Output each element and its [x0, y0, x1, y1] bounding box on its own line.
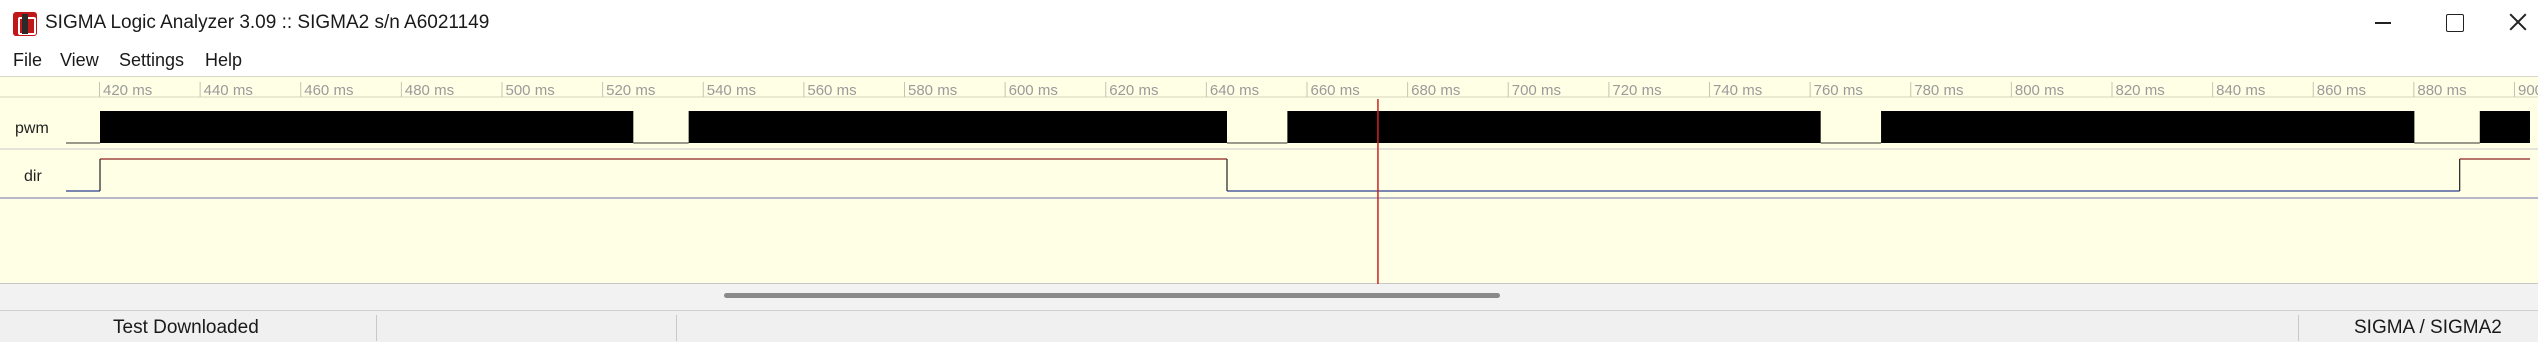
ruler-tick-label: 640 ms: [1210, 82, 1259, 99]
menu-settings[interactable]: Settings: [119, 50, 184, 71]
pwm-trace: [66, 111, 2530, 144]
ruler-tick-label: 780 ms: [1914, 82, 1963, 99]
status-message: Test Downloaded: [113, 317, 259, 338]
ruler-tick-label: 900 ms: [2518, 82, 2538, 99]
ruler-tick-label: 540 ms: [707, 82, 756, 99]
window-title: SIGMA Logic Analyzer 3.09 :: SIGMA2 s/n …: [45, 12, 490, 33]
status-divider: [676, 315, 677, 341]
ruler-tick-label: 700 ms: [1512, 82, 1561, 99]
dir-trace: [66, 158, 2530, 192]
ruler-tick-label: 660 ms: [1311, 82, 1360, 99]
title-bar: SIGMA Logic Analyzer 3.09 :: SIGMA2 s/n …: [0, 0, 2538, 46]
menu-help[interactable]: Help: [205, 50, 242, 71]
ruler-tick-label: 500 ms: [506, 82, 555, 99]
waveform-canvas[interactable]: 420 ms 440 ms 460 ms 480 ms 500 ms 520 ms 540 …: [0, 77, 2538, 285]
ruler-tick-label: 680 ms: [1411, 82, 1460, 99]
menu-file[interactable]: File: [13, 50, 42, 71]
pwm-burst: [100, 111, 634, 143]
ruler-tick-label: 740 ms: [1713, 82, 1762, 99]
pwm-burst: [688, 111, 1227, 143]
ruler-tick-label: 480 ms: [405, 82, 454, 99]
menu-view[interactable]: View: [60, 50, 99, 71]
scrollbar-thumb[interactable]: [724, 293, 1500, 298]
ruler-tick-label: 760 ms: [1814, 82, 1863, 99]
close-icon[interactable]: [2486, 0, 2538, 46]
ruler-tick-label: 440 ms: [204, 82, 253, 99]
ruler-tick-label: 520 ms: [606, 82, 655, 99]
status-divider: [376, 315, 377, 341]
pwm-burst: [1881, 111, 2415, 143]
ruler-tick-label: 840 ms: [2216, 82, 2265, 99]
minimize-icon[interactable]: [2352, 0, 2412, 46]
status-divider: [2298, 315, 2299, 341]
pwm-burst: [2479, 111, 2530, 143]
ruler-tick-label: 800 ms: [2015, 82, 2064, 99]
status-bar: Test Downloaded SIGMA / SIGMA2: [0, 310, 2538, 342]
waveform-panel[interactable]: 420 ms 440 ms 460 ms 480 ms 500 ms 520 ms 540 …: [0, 76, 2538, 285]
ruler-tick-label: 580 ms: [908, 82, 957, 99]
maximize-icon[interactable]: [2424, 0, 2484, 46]
ruler-tick-label: 620 ms: [1109, 82, 1158, 99]
pwm-burst: [1287, 111, 1821, 143]
ruler-tick-label: 560 ms: [807, 82, 856, 99]
signal-label-dir[interactable]: dir: [24, 168, 42, 186]
ruler-tick-label: 820 ms: [2116, 82, 2165, 99]
signal-label-pwm[interactable]: pwm: [15, 120, 49, 138]
ruler-tick-label: 720 ms: [1612, 82, 1661, 99]
ruler-tick-label: 460 ms: [304, 82, 353, 99]
sigma-app-icon[interactable]: [13, 12, 37, 36]
ruler-tick-label: 420 ms: [103, 82, 152, 99]
status-device: SIGMA / SIGMA2: [2354, 317, 2502, 338]
horizontal-scrollbar[interactable]: [0, 284, 2538, 310]
ruler-tick-label: 600 ms: [1009, 82, 1058, 99]
ruler-tick-label: 880 ms: [2417, 82, 2466, 99]
menu-bar: File View Settings Help: [0, 46, 2538, 74]
ruler-tick-label: 860 ms: [2317, 82, 2366, 99]
